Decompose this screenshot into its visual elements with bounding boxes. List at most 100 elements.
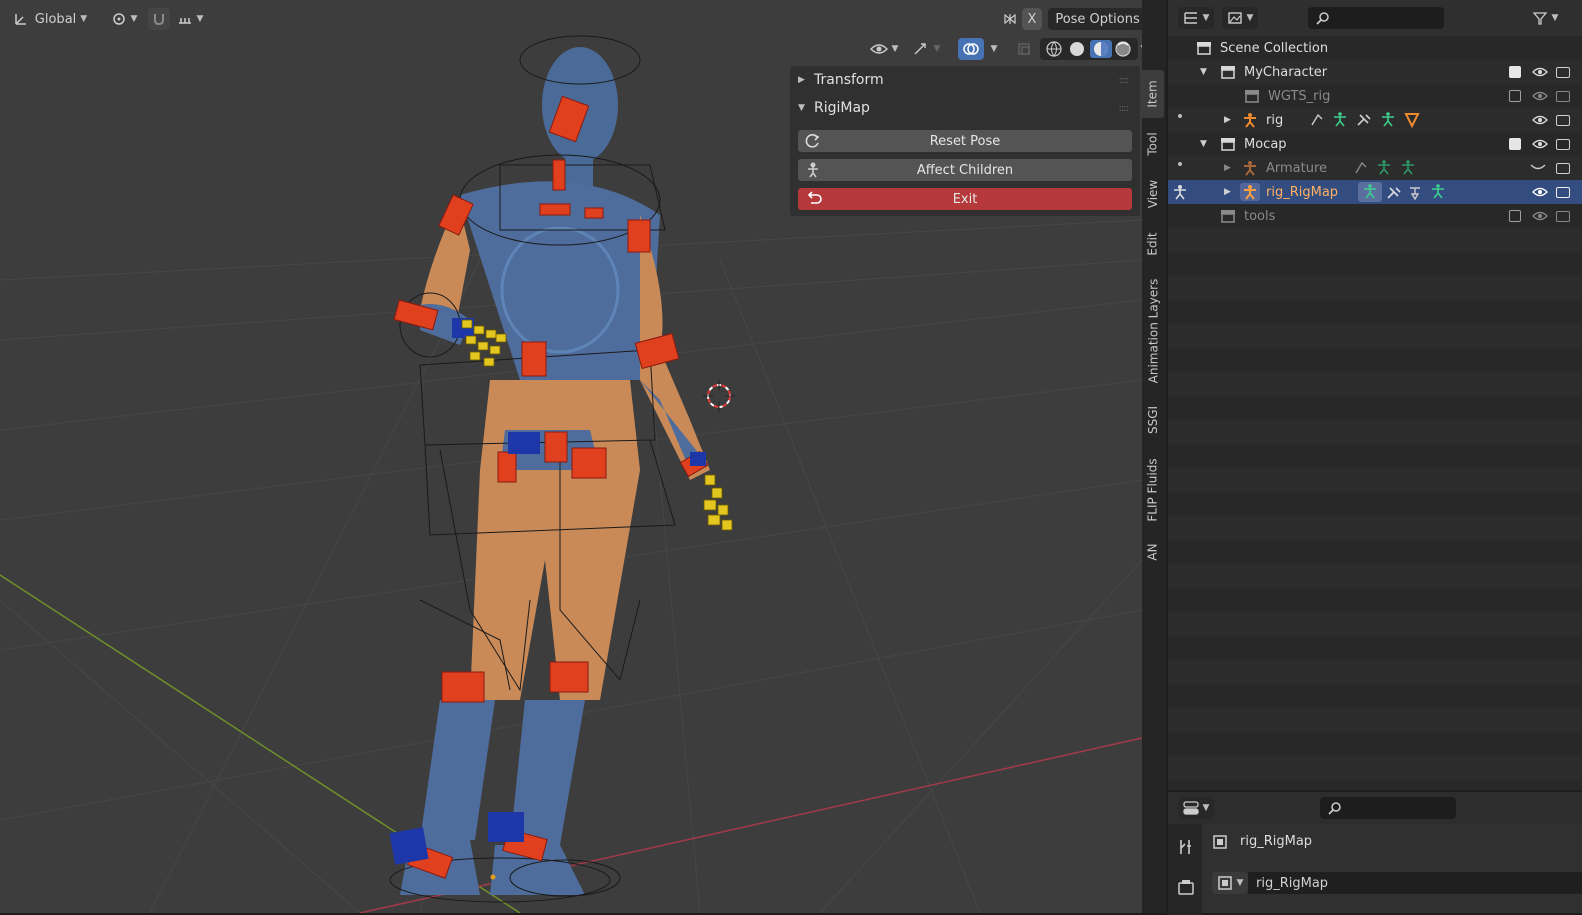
drag-grip-icon[interactable]: :::: bbox=[1119, 103, 1130, 114]
outliner-label: Mocap bbox=[1244, 136, 1287, 152]
outliner-row-wgts-rig[interactable]: WGTS_rig bbox=[1168, 84, 1582, 108]
expand-arrow-icon[interactable]: ▼ bbox=[1200, 139, 1207, 149]
monitor-icon[interactable] bbox=[1556, 211, 1570, 222]
exit-button[interactable]: Exit bbox=[798, 188, 1132, 210]
tab-animation-layers[interactable]: Animation Layers bbox=[1142, 270, 1164, 392]
overlays-toggle[interactable] bbox=[958, 38, 984, 60]
monitor-icon[interactable] bbox=[1556, 139, 1570, 150]
monitor-icon[interactable] bbox=[1556, 187, 1570, 198]
transform-panel-title: Transform bbox=[814, 72, 884, 88]
tab-tool-label: Tool bbox=[1146, 132, 1160, 156]
filter-dropdown[interactable]: ▼ bbox=[1530, 7, 1560, 29]
exclude-checkbox[interactable] bbox=[1509, 66, 1521, 78]
gizmo-dropdown[interactable]: ▼ bbox=[906, 38, 946, 60]
x-mirror-toggle[interactable]: X bbox=[1022, 8, 1042, 30]
outliner-row-scene-collection[interactable]: Scene Collection bbox=[1168, 36, 1582, 60]
rig-child-icons[interactable] bbox=[1308, 111, 1428, 129]
pose-mode-icon[interactable] bbox=[1172, 184, 1188, 200]
monitor-icon[interactable] bbox=[1556, 163, 1570, 174]
mirror-icon-button[interactable] bbox=[1000, 8, 1020, 30]
shading-mode-group[interactable] bbox=[1040, 38, 1138, 60]
outliner-row-tools[interactable]: tools bbox=[1168, 204, 1582, 228]
outliner-row-armature[interactable]: ▶ Armature bbox=[1168, 156, 1582, 180]
eye-icon[interactable] bbox=[1532, 90, 1548, 102]
outliner-row-mocap[interactable]: ▼ Mocap bbox=[1168, 132, 1582, 156]
armature-child-icons[interactable] bbox=[1352, 159, 1422, 177]
x-mirror-label: X bbox=[1027, 11, 1037, 27]
orientation-icon bbox=[15, 14, 26, 25]
eye-icon[interactable] bbox=[1532, 66, 1548, 78]
display-mode-dropdown[interactable]: ▼ bbox=[1178, 7, 1214, 29]
outliner-search-input[interactable] bbox=[1308, 7, 1444, 29]
drag-grip-icon[interactable]: :::: bbox=[1119, 75, 1130, 86]
properties-editor: ▼ rig_RigMap ▼ rig_RigMap bbox=[1168, 790, 1582, 915]
tab-an[interactable]: AN bbox=[1142, 536, 1164, 568]
outliner-label: Scene Collection bbox=[1220, 40, 1329, 56]
eye-icon[interactable] bbox=[1532, 114, 1548, 126]
xray-toggle[interactable] bbox=[1012, 38, 1036, 60]
eye-icon[interactable] bbox=[1532, 186, 1548, 198]
shading-icons[interactable] bbox=[1041, 40, 1137, 58]
affect-children-label: Affect Children bbox=[916, 162, 1014, 178]
properties-search-input[interactable] bbox=[1320, 797, 1456, 819]
armature-icon bbox=[1244, 161, 1256, 176]
eye-closed-icon[interactable] bbox=[1530, 162, 1546, 172]
transform-orientation-dropdown[interactable]: Global ▼ bbox=[4, 8, 96, 30]
collapse-arrow-icon[interactable]: ▶ bbox=[1224, 163, 1231, 173]
tab-item[interactable]: Item bbox=[1142, 70, 1164, 118]
pose-options-dropdown[interactable]: Pose Options ▼ bbox=[1048, 8, 1142, 30]
outliner-label: rig_RigMap bbox=[1266, 184, 1339, 200]
reset-pose-button[interactable]: Reset Pose bbox=[798, 130, 1132, 152]
outliner-row-rig-rigmap[interactable]: ▶ rig_RigMap bbox=[1168, 180, 1582, 204]
outliner-row-mycharacter[interactable]: ▼ MyCharacter bbox=[1168, 60, 1582, 84]
edit-mode-dot-icon[interactable] bbox=[1178, 114, 1182, 118]
reset-pose-label: Reset Pose bbox=[929, 133, 1001, 149]
tab-tool[interactable]: Tool bbox=[1142, 122, 1164, 166]
exclude-checkbox[interactable] bbox=[1509, 138, 1521, 150]
tab-flip-fluids-label: FLIP Fluids bbox=[1146, 458, 1161, 522]
eye-icon[interactable] bbox=[1532, 138, 1548, 150]
transform-panel-header[interactable]: ▶ Transform :::: bbox=[790, 67, 1140, 93]
object-name-field[interactable]: rig_RigMap bbox=[1248, 872, 1582, 894]
butterfly-icon bbox=[1004, 13, 1016, 25]
exclude-checkbox[interactable] bbox=[1509, 90, 1521, 102]
tab-flip-fluids[interactable]: FLIP Fluids bbox=[1142, 448, 1164, 532]
tab-ssgi[interactable]: SSGI bbox=[1142, 396, 1164, 444]
pivot-point-dropdown[interactable]: ▼ bbox=[106, 8, 142, 30]
render-icon[interactable] bbox=[1177, 878, 1195, 896]
snap-toggle[interactable] bbox=[148, 8, 170, 30]
exclude-checkbox[interactable] bbox=[1509, 210, 1521, 222]
properties-header: ▼ bbox=[1168, 792, 1582, 824]
editor-type-dropdown[interactable]: ▼ bbox=[1178, 797, 1214, 819]
snap-target-dropdown[interactable]: ▼ bbox=[172, 8, 208, 30]
tab-edit[interactable]: Edit bbox=[1142, 222, 1164, 266]
3d-viewport[interactable]: Global ▼ ▼ ▼ X Pose Options ▼ ▼ ▼ ▼ bbox=[0, 0, 1142, 913]
tab-view[interactable]: View bbox=[1142, 170, 1164, 218]
collection-box-icon bbox=[1197, 42, 1211, 55]
expand-arrow-icon[interactable]: ▼ bbox=[1200, 67, 1207, 77]
outliner-row-rig[interactable]: ▶ rig bbox=[1168, 108, 1582, 132]
properties-tab-column bbox=[1168, 824, 1202, 915]
collapsed-arrow-icon: ▶ bbox=[798, 75, 805, 85]
overlays-dropdown[interactable]: ▼ bbox=[984, 38, 1004, 60]
data-browse-dropdown[interactable]: ▼ bbox=[1212, 872, 1248, 894]
monitor-icon[interactable] bbox=[1556, 91, 1570, 102]
visibility-dropdown[interactable]: ▼ bbox=[866, 38, 902, 60]
rigmap-child-icons[interactable] bbox=[1358, 182, 1454, 202]
gizmo-icon bbox=[914, 43, 926, 55]
affect-children-button[interactable]: Affect Children bbox=[798, 159, 1132, 181]
3d-cursor-icon[interactable] bbox=[703, 380, 735, 412]
collapse-arrow-icon[interactable]: ▶ bbox=[1224, 187, 1231, 197]
eye-icon[interactable] bbox=[1532, 210, 1548, 222]
rigimap-panel-header[interactable]: ▼ RigiMap :::: bbox=[790, 95, 1140, 121]
edit-mode-dot-icon[interactable] bbox=[1178, 162, 1182, 166]
outliner-empty-row bbox=[1168, 468, 1582, 492]
monitor-icon[interactable] bbox=[1556, 67, 1570, 78]
outliner-empty-row bbox=[1168, 660, 1582, 684]
monitor-icon[interactable] bbox=[1556, 115, 1570, 126]
collapse-arrow-icon[interactable]: ▶ bbox=[1224, 115, 1231, 125]
tool-settings-icon[interactable] bbox=[1177, 838, 1195, 856]
filter-display-dropdown[interactable]: ▼ bbox=[1222, 7, 1258, 29]
reset-icon bbox=[805, 134, 820, 148]
outliner: ▼ ▼ ▼ Scene Collection ▼ MyCharacter WGT… bbox=[1168, 0, 1582, 790]
